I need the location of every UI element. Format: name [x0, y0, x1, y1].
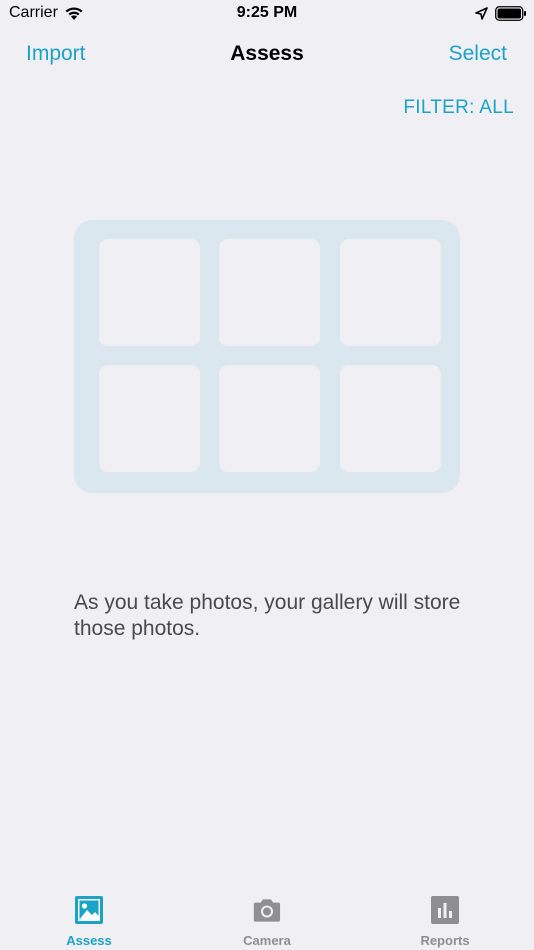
tab-label-assess: Assess [66, 933, 112, 948]
select-button[interactable]: Select [449, 42, 507, 66]
gallery-placeholder-tile [340, 239, 441, 346]
tab-bar: Assess Camera Reports [0, 878, 534, 950]
location-arrow-icon [475, 7, 488, 20]
empty-state-message: As you take photos, your gallery will st… [74, 591, 461, 640]
gallery-placeholder-tile [219, 365, 320, 472]
camera-icon [253, 899, 281, 922]
tab-label-camera: Camera [243, 933, 291, 948]
bar-chart-icon [431, 896, 459, 924]
battery-icon [495, 6, 526, 21]
gallery-placeholder-tile [99, 365, 200, 472]
image-icon [75, 896, 103, 924]
status-bar: Carrier 9:25 PM [0, 0, 534, 28]
status-time: 9:25 PM [236, 4, 298, 21]
tab-assess[interactable]: Assess [0, 878, 178, 950]
empty-gallery-illustration [74, 220, 460, 493]
tab-reports[interactable]: Reports [356, 878, 534, 950]
tab-label-reports: Reports [420, 933, 470, 948]
gallery-placeholder-tile [219, 239, 320, 346]
gallery-placeholder-tile [99, 239, 200, 346]
tab-camera[interactable]: Camera [178, 878, 356, 950]
filter-button[interactable]: FILTER: ALL [403, 97, 514, 119]
navigation-bar: Import Assess Select [0, 36, 534, 76]
gallery-placeholder-tile [340, 365, 441, 472]
